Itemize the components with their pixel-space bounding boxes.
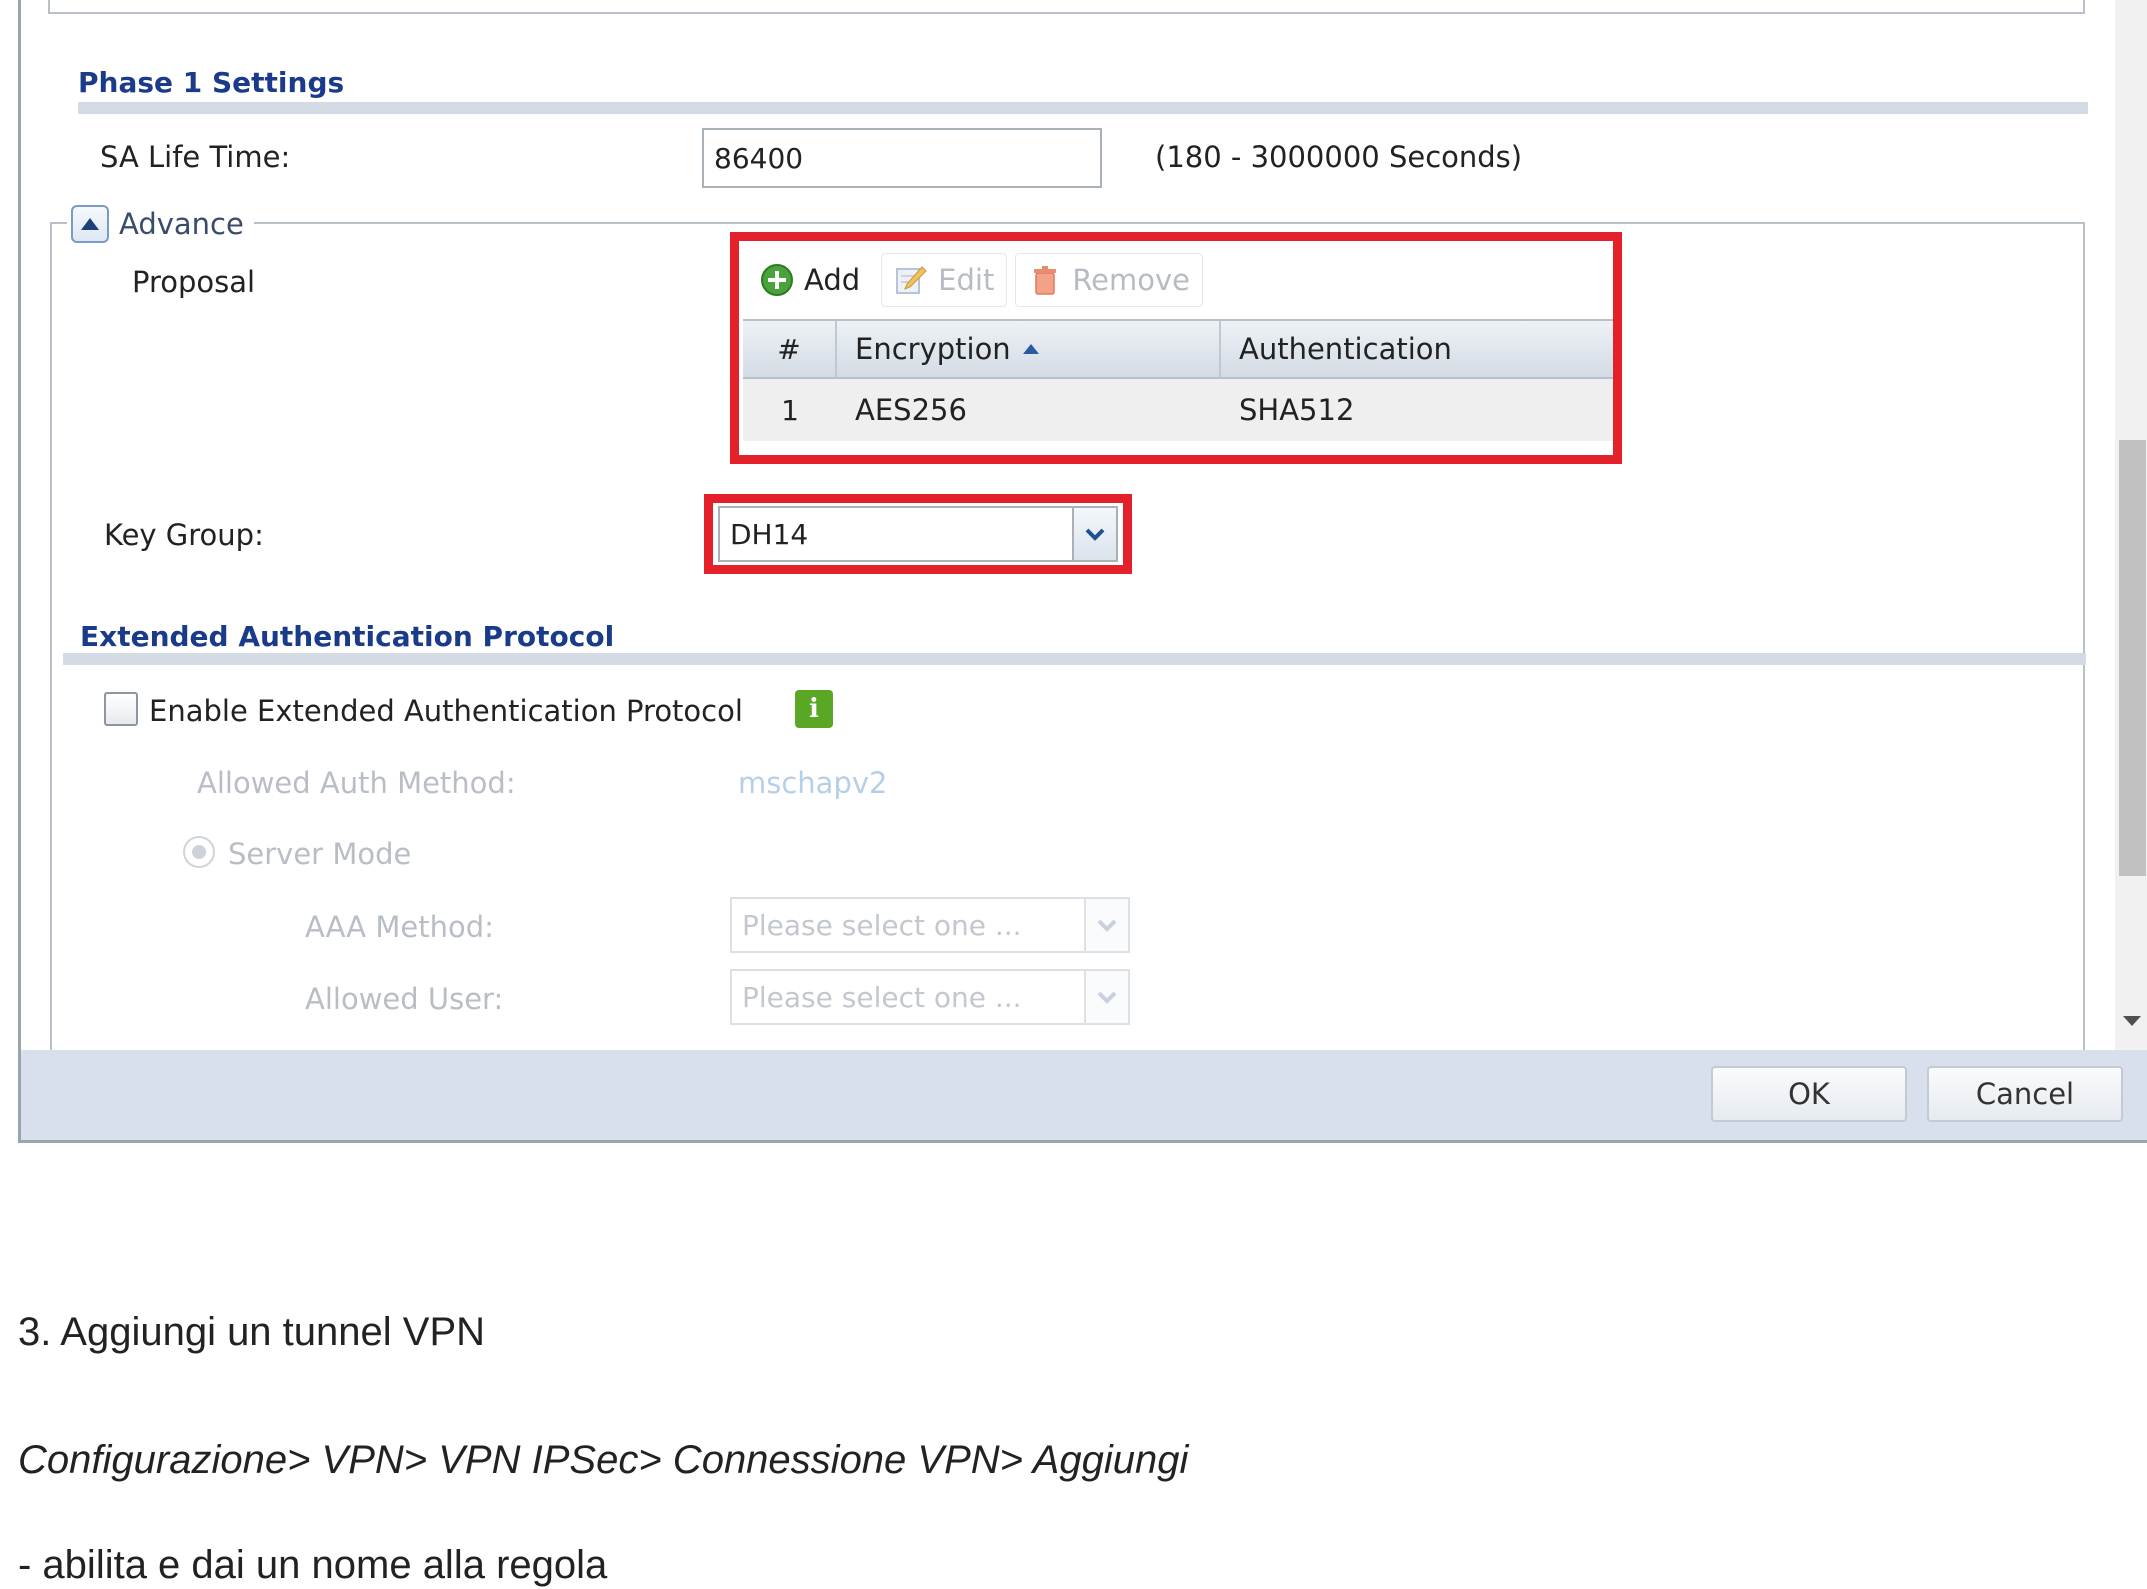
encryption-header-label: Encryption xyxy=(855,332,1011,366)
allowed-user-select[interactable]: Please select one ... xyxy=(730,969,1130,1025)
scrollbar-thumb[interactable] xyxy=(2119,440,2146,876)
server-mode-radio[interactable] xyxy=(183,836,215,868)
aaa-method-placeholder: Please select one ... xyxy=(742,908,1022,942)
row-encryption: AES256 xyxy=(855,393,967,427)
sort-ascending-icon xyxy=(1022,344,1039,354)
phase1-section-title: Phase 1 Settings xyxy=(78,66,345,99)
cancel-button[interactable]: Cancel xyxy=(1927,1066,2123,1122)
edit-pencil-icon xyxy=(896,266,927,294)
enable-xauth-checkbox[interactable] xyxy=(104,692,138,726)
add-circle-icon xyxy=(761,264,793,296)
allowed-user-placeholder: Please select one ... xyxy=(742,980,1022,1014)
sa-life-time-hint: (180 - 3000000 Seconds) xyxy=(1155,140,1523,174)
triangle-up-icon xyxy=(81,218,99,230)
key-group-value: DH14 xyxy=(730,517,809,551)
column-header-number[interactable]: # xyxy=(743,321,837,377)
aaa-method-label: AAA Method: xyxy=(305,910,494,944)
edit-label: Edit xyxy=(938,263,995,297)
collapse-advance-button[interactable] xyxy=(71,205,109,243)
ok-button[interactable]: OK xyxy=(1711,1066,1907,1122)
sa-life-time-input[interactable] xyxy=(702,128,1102,188)
allowed-auth-method-value: mschapv2 xyxy=(738,766,888,800)
proposal-table-header: # Encryption Authentication xyxy=(743,319,1613,379)
sa-life-time-label: SA Life Time: xyxy=(100,140,291,174)
allowed-user-label: Allowed User: xyxy=(305,982,504,1016)
radio-dot xyxy=(192,845,206,859)
row-authentication: SHA512 xyxy=(1239,393,1355,427)
instruction-bullet: - abilita e dai un nome alla regola xyxy=(18,1543,608,1587)
advance-legend: Advance xyxy=(67,204,254,244)
step-heading: 3. Aggiungi un tunnel VPN xyxy=(18,1310,486,1354)
trash-icon xyxy=(1034,266,1057,295)
previous-fieldset-edge xyxy=(48,0,2085,14)
chevron-down-icon xyxy=(1097,919,1117,932)
server-mode-label: Server Mode xyxy=(228,837,412,871)
table-row[interactable]: 1 AES256 SHA512 xyxy=(743,379,1613,441)
add-label: Add xyxy=(804,263,861,297)
allowed-user-dropdown-button[interactable] xyxy=(1084,971,1128,1023)
allowed-auth-method-label: Allowed Auth Method: xyxy=(197,766,516,800)
key-group-label: Key Group: xyxy=(104,518,264,552)
column-header-authentication[interactable]: Authentication xyxy=(1221,321,1613,377)
xauth-section-divider xyxy=(63,653,2086,665)
phase1-section-divider xyxy=(78,102,2088,114)
proposal-label: Proposal xyxy=(132,265,256,299)
key-group-dropdown-button[interactable] xyxy=(1072,508,1116,560)
add-proposal-button[interactable]: Add xyxy=(747,253,873,307)
column-header-encryption[interactable]: Encryption xyxy=(837,321,1221,377)
xauth-section-title: Extended Authentication Protocol xyxy=(80,620,615,653)
proposal-toolbar: Add Edit Remove xyxy=(739,241,1613,319)
dialog-footer: OK Cancel xyxy=(21,1050,2147,1140)
edit-proposal-button[interactable]: Edit xyxy=(881,253,1008,307)
key-group-select[interactable]: DH14 xyxy=(718,506,1118,562)
vertical-scrollbar[interactable] xyxy=(2115,0,2147,1050)
chevron-down-icon xyxy=(1085,528,1105,541)
enable-xauth-label: Enable Extended Authentication Protocol xyxy=(149,694,743,728)
advance-label: Advance xyxy=(119,207,244,241)
remove-proposal-button[interactable]: Remove xyxy=(1015,253,1204,307)
aaa-method-dropdown-button[interactable] xyxy=(1084,899,1128,951)
info-icon[interactable]: i xyxy=(795,690,833,728)
proposal-table: Add Edit Remove # Encryption Authenticat… xyxy=(739,241,1613,455)
proposal-highlight-box: Add Edit Remove # Encryption Authenticat… xyxy=(730,232,1622,464)
navigation-path: Configurazione> VPN> VPN IPSec> Connessi… xyxy=(18,1438,1189,1482)
aaa-method-select[interactable]: Please select one ... xyxy=(730,897,1130,953)
vpn-gateway-dialog: Phase 1 Settings SA Life Time: (180 - 30… xyxy=(18,0,2147,1143)
remove-label: Remove xyxy=(1072,263,1191,297)
scroll-down-arrow-icon[interactable] xyxy=(2123,1016,2141,1026)
row-number: 1 xyxy=(781,393,799,427)
chevron-down-icon xyxy=(1097,991,1117,1004)
